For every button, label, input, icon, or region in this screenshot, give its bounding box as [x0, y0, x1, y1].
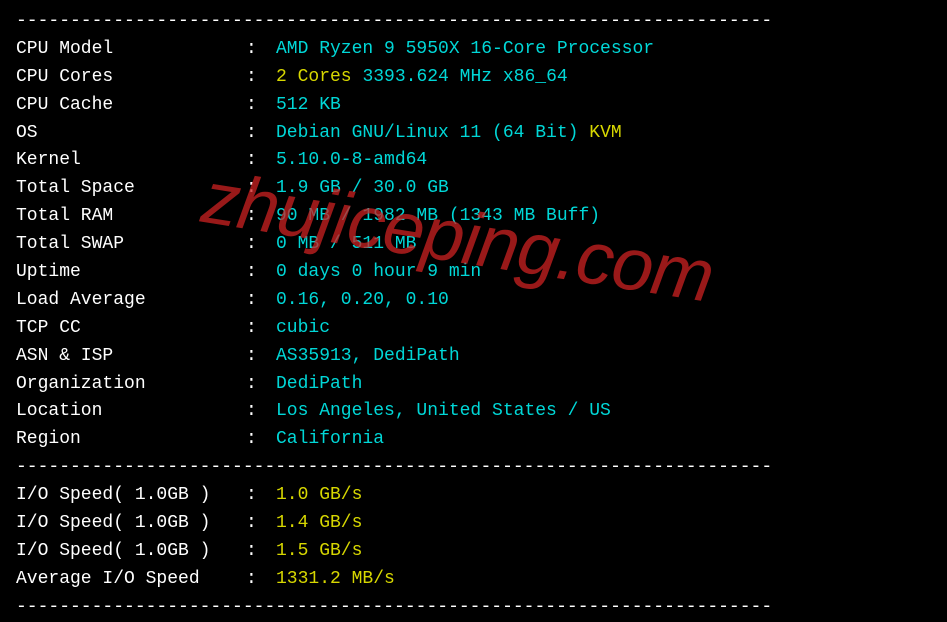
- total-ram-label: Total RAM: [16, 203, 246, 231]
- cpu-cores-row: CPU Cores : 2 Cores 3393.624 MHz x86_64: [16, 64, 931, 92]
- asn-isp-label: ASN & ISP: [16, 343, 246, 371]
- io-speed1-value: 1.0 GB/s: [276, 482, 362, 510]
- tcp-cc-row: TCP CC : cubic: [16, 315, 931, 343]
- colon: :: [246, 92, 276, 120]
- tcp-cc-label: TCP CC: [16, 315, 246, 343]
- io-average-value: 1331.2 MB/s: [276, 566, 395, 594]
- colon: :: [246, 482, 276, 510]
- colon: :: [246, 371, 276, 399]
- os-label: OS: [16, 120, 246, 148]
- colon: :: [246, 231, 276, 259]
- asn-isp-value: AS35913, DediPath: [276, 343, 460, 371]
- location-value: Los Angeles, United States / US: [276, 398, 611, 426]
- load-average-row: Load Average : 0.16, 0.20, 0.10: [16, 287, 931, 315]
- region-label: Region: [16, 426, 246, 454]
- cpu-cache-value: 512 KB: [276, 92, 341, 120]
- location-row: Location : Los Angeles, United States / …: [16, 398, 931, 426]
- os-virt: KVM: [589, 123, 621, 143]
- kernel-row: Kernel : 5.10.0-8-amd64: [16, 147, 931, 175]
- region-row: Region : California: [16, 426, 931, 454]
- kernel-label: Kernel: [16, 147, 246, 175]
- colon: :: [246, 64, 276, 92]
- total-space-value: 1.9 GB / 30.0 GB: [276, 175, 449, 203]
- uptime-value: 0 days 0 hour 9 min: [276, 259, 481, 287]
- total-swap-label: Total SWAP: [16, 231, 246, 259]
- region-value: California: [276, 426, 384, 454]
- io-speed2-label: I/O Speed( 1.0GB ): [16, 510, 246, 538]
- cpu-cores-freq: 3393.624 MHz x86_64: [362, 67, 567, 87]
- cpu-cache-label: CPU Cache: [16, 92, 246, 120]
- io-speed1-row: I/O Speed( 1.0GB ) : 1.0 GB/s: [16, 482, 931, 510]
- total-swap-value: 0 MB / 511 MB: [276, 231, 416, 259]
- os-name: Debian GNU/Linux 11 (64 Bit): [276, 123, 578, 143]
- colon: :: [246, 287, 276, 315]
- colon: :: [246, 426, 276, 454]
- total-space-label: Total Space: [16, 175, 246, 203]
- io-average-row: Average I/O Speed : 1331.2 MB/s: [16, 566, 931, 594]
- io-speed3-label: I/O Speed( 1.0GB ): [16, 538, 246, 566]
- os-row: OS : Debian GNU/Linux 11 (64 Bit) KVM: [16, 120, 931, 148]
- asn-isp-row: ASN & ISP : AS35913, DediPath: [16, 343, 931, 371]
- colon: :: [246, 343, 276, 371]
- uptime-row: Uptime : 0 days 0 hour 9 min: [16, 259, 931, 287]
- organization-label: Organization: [16, 371, 246, 399]
- colon: :: [246, 147, 276, 175]
- cpu-cores-count: 2 Cores: [276, 67, 352, 87]
- io-speed1-label: I/O Speed( 1.0GB ): [16, 482, 246, 510]
- total-ram-row: Total RAM : 90 MB / 1982 MB (1343 MB Buf…: [16, 203, 931, 231]
- organization-value: DediPath: [276, 371, 362, 399]
- io-speed2-value: 1.4 GB/s: [276, 510, 362, 538]
- io-average-label: Average I/O Speed: [16, 566, 246, 594]
- cpu-model-row: CPU Model : AMD Ryzen 9 5950X 16-Core Pr…: [16, 36, 931, 64]
- total-swap-row: Total SWAP : 0 MB / 511 MB: [16, 231, 931, 259]
- total-ram-value: 90 MB / 1982 MB (1343 MB Buff): [276, 203, 600, 231]
- load-average-label: Load Average: [16, 287, 246, 315]
- colon: :: [246, 510, 276, 538]
- bottom-divider: ----------------------------------------…: [16, 594, 931, 622]
- organization-row: Organization : DediPath: [16, 371, 931, 399]
- cpu-cache-row: CPU Cache : 512 KB: [16, 92, 931, 120]
- total-space-row: Total Space : 1.9 GB / 30.0 GB: [16, 175, 931, 203]
- tcp-cc-value: cubic: [276, 315, 330, 343]
- colon: :: [246, 315, 276, 343]
- colon: :: [246, 398, 276, 426]
- mid-divider: ----------------------------------------…: [16, 454, 931, 482]
- uptime-label: Uptime: [16, 259, 246, 287]
- colon: :: [246, 175, 276, 203]
- top-divider: ----------------------------------------…: [16, 8, 931, 36]
- io-speed3-row: I/O Speed( 1.0GB ) : 1.5 GB/s: [16, 538, 931, 566]
- colon: :: [246, 203, 276, 231]
- load-average-value: 0.16, 0.20, 0.10: [276, 287, 449, 315]
- kernel-value: 5.10.0-8-amd64: [276, 147, 427, 175]
- colon: :: [246, 566, 276, 594]
- io-speed2-row: I/O Speed( 1.0GB ) : 1.4 GB/s: [16, 510, 931, 538]
- cpu-model-label: CPU Model: [16, 36, 246, 64]
- cpu-model-value: AMD Ryzen 9 5950X 16-Core Processor: [276, 36, 654, 64]
- cpu-cores-label: CPU Cores: [16, 64, 246, 92]
- colon: :: [246, 259, 276, 287]
- colon: :: [246, 120, 276, 148]
- colon: :: [246, 538, 276, 566]
- location-label: Location: [16, 398, 246, 426]
- colon: :: [246, 36, 276, 64]
- io-speed3-value: 1.5 GB/s: [276, 538, 362, 566]
